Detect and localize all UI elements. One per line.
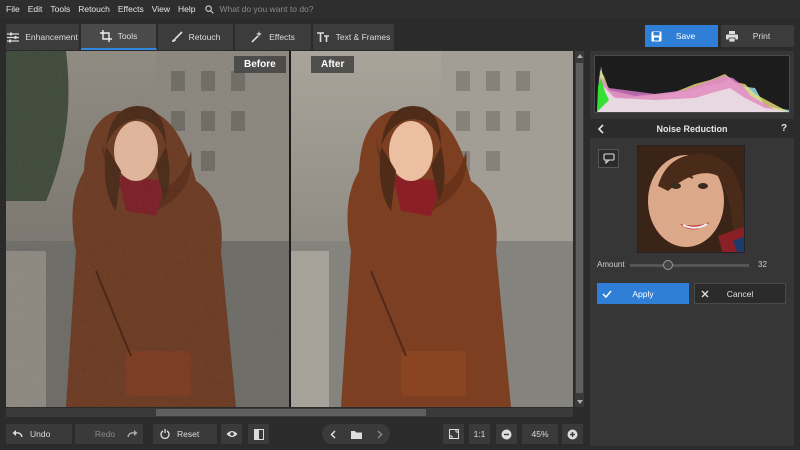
photo-canvas[interactable]: Before After [6,51,573,407]
adjustment-panel: Noise Reduction ? Amount 32 Apply Cancel [590,51,794,446]
compare-toggle-button[interactable] [598,149,619,168]
redo-icon [126,430,137,438]
menu-help[interactable]: Help [178,4,195,14]
apply-label: Apply [632,288,654,299]
redo-label: Redo [94,429,116,439]
search-placeholder: What do you want to do? [219,4,314,14]
crop-icon [99,30,112,42]
previous-photo-icon[interactable] [329,429,336,439]
back-chevron-icon[interactable] [597,123,604,134]
menu-view[interactable]: View [152,4,170,14]
help-icon[interactable]: ? [774,123,794,134]
menu-retouch[interactable]: Retouch [78,4,110,14]
tab-retouch[interactable]: Retouch [158,24,234,50]
printer-icon [726,30,738,42]
close-icon [701,290,709,297]
amount-label: Amount [597,260,625,269]
apply-button[interactable]: Apply [597,283,689,304]
panel-title: Noise Reduction [656,123,728,134]
split-view-icon [253,428,264,440]
text-icon [316,31,329,42]
tab-label: Enhancement [25,32,78,42]
tab-label: Text & Frames [335,32,391,42]
horizontal-scrollbar[interactable] [6,408,573,417]
speech-bubble-icon [602,153,615,164]
search-box[interactable]: What do you want to do? [205,4,314,14]
tab-text-frames[interactable]: Text & Frames [313,24,395,50]
menu-bar: File Edit Tools Retouch Effects View Hel… [0,0,800,18]
bottom-bar: Undo Redo Reset 1:1 45% [0,418,590,450]
zoom-in-button[interactable] [562,424,583,444]
before-photo: Before [6,51,289,407]
undo-icon [12,430,23,438]
menu-tools[interactable]: Tools [50,4,70,14]
tab-label: Tools [117,31,138,41]
vertical-scroll-thumb[interactable] [576,63,583,393]
reset-button[interactable]: Reset [153,424,217,444]
scroll-down-arrow-icon[interactable] [576,400,583,404]
sliders-icon [7,32,20,42]
after-label: After [311,56,355,73]
vertical-scrollbar[interactable] [575,51,584,407]
save-label: Save [675,31,696,41]
amount-slider-handle[interactable] [663,260,674,270]
menu-effects[interactable]: Effects [118,4,144,14]
checkmark-icon [602,290,612,298]
reset-label: Reset [177,429,200,439]
amount-value: 32 [758,260,767,269]
print-button[interactable]: Print [721,25,794,47]
tab-label: Effects [269,32,295,42]
tab-tools[interactable]: Tools [81,24,157,50]
magic-wand-icon [251,31,263,43]
actual-size-button[interactable]: 1:1 [469,424,490,444]
preview-toggle-button[interactable] [221,424,242,444]
undo-label: Undo [30,429,51,439]
tab-effects[interactable]: Effects [235,24,312,50]
reset-icon [160,429,170,439]
folder-icon[interactable] [350,430,362,439]
redo-button[interactable]: Redo [75,424,143,444]
tab-label: Retouch [188,32,221,42]
split-view-button[interactable] [248,424,269,444]
zoom-level[interactable]: 45% [522,424,558,444]
zoom-out-button[interactable] [496,424,517,444]
print-label: Print [752,31,771,41]
histogram [594,55,790,113]
undo-button[interactable]: Undo [6,424,72,444]
fit-to-screen-button[interactable] [443,424,464,444]
plus-circle-icon [567,429,578,439]
tab-enhancement[interactable]: Enhancement [6,24,80,50]
after-photo: After [291,51,573,407]
amount-slider[interactable] [630,260,749,270]
save-button[interactable]: Save [645,25,718,47]
before-label: Before [234,56,286,73]
zoom-preview[interactable] [637,145,745,253]
cancel-label: Cancel [726,288,754,299]
cancel-button[interactable]: Cancel [694,283,786,304]
menu-file[interactable]: File [6,4,20,14]
save-icon [651,31,661,41]
panel-header: Noise Reduction ? [590,119,794,138]
menu-edit[interactable]: Edit [28,4,43,14]
file-navigation [322,424,390,444]
brush-icon [171,31,183,42]
minus-circle-icon [501,429,512,439]
horizontal-scroll-thumb[interactable] [156,409,426,416]
eye-icon [226,431,237,437]
fit-screen-icon [448,429,459,439]
scroll-up-arrow-icon[interactable] [576,54,583,58]
search-icon [205,4,215,14]
next-photo-icon[interactable] [376,429,383,439]
